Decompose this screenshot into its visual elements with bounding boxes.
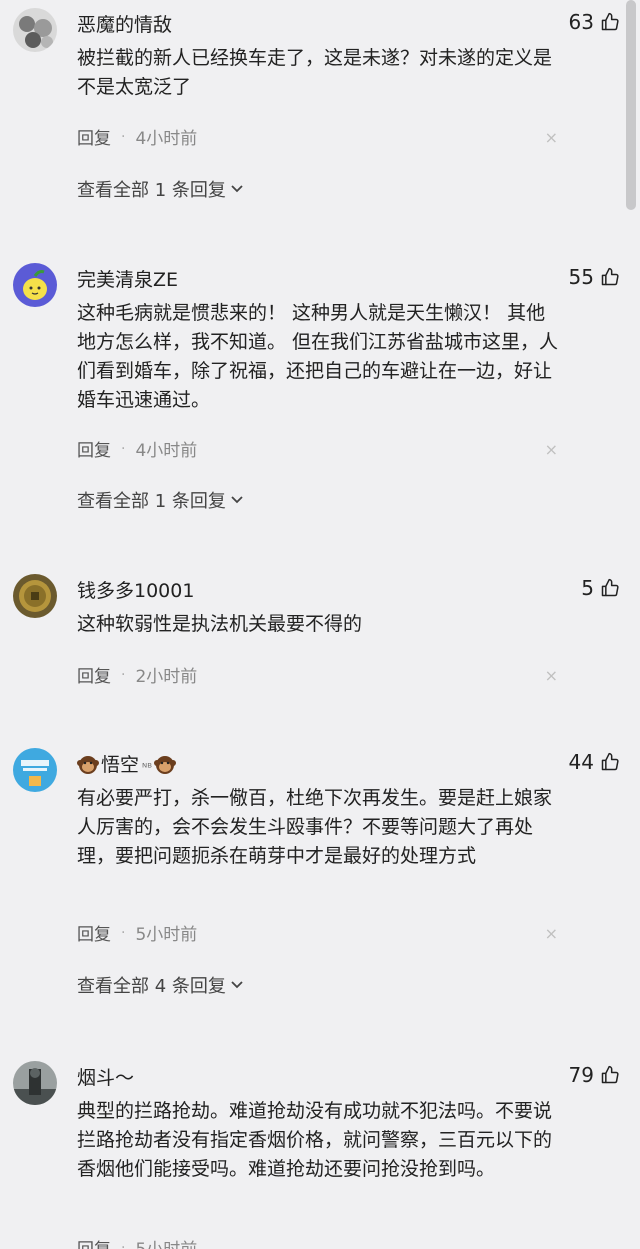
comment-text: 被拦截的新人已经换车走了，这是未遂？对未遂的定义是不是太宽泛了 bbox=[77, 47, 553, 98]
thumbs-up-icon[interactable] bbox=[600, 1065, 620, 1085]
timestamp: 4小时前 bbox=[135, 441, 198, 461]
username[interactable]: 完美清泉ZE bbox=[77, 265, 178, 292]
timestamp: 5小时前 bbox=[135, 1235, 197, 1249]
like-button[interactable]: 79 bbox=[569, 1063, 620, 1087]
close-icon[interactable]: × bbox=[545, 666, 558, 685]
monkey-emoji-icon bbox=[153, 753, 176, 775]
thumbs-up-icon[interactable] bbox=[600, 752, 620, 772]
timestamp: 4小时前 bbox=[135, 129, 198, 149]
username-text[interactable]: 烟斗～ bbox=[77, 1063, 134, 1090]
chevron-down-icon bbox=[230, 490, 244, 511]
separator: · bbox=[121, 924, 126, 941]
reply-button[interactable]: 回复 bbox=[77, 436, 111, 461]
reply-button[interactable]: 回复 bbox=[77, 662, 111, 687]
thumbs-up-icon[interactable] bbox=[600, 578, 620, 598]
like-count: 5 bbox=[581, 576, 594, 600]
comment-item: 完美清泉ZE 55 这种毛病就是惯悲来的！ 这种男人就是天生懒汉！ 其他地方怎么… bbox=[0, 257, 620, 527]
comment-item: 烟斗～ 79 典型的拦路抢劫。难道抢劫没有成功就不犯法吗。不要说拦路抢劫者没有指… bbox=[0, 1055, 620, 1249]
comment-item: 钱多多10001 5 这种软弱性是执法机关最要不得的 回复 · 2小时前 × bbox=[0, 568, 620, 708]
comment-feed: 恶魔的情敌 63 被拦截的新人已经换车走了，这是未遂？对未遂的定义是不是太宽泛了… bbox=[0, 0, 640, 1249]
comment-item: 恶魔的情敌 63 被拦截的新人已经换车走了，这是未遂？对未遂的定义是不是太宽泛了… bbox=[0, 2, 620, 217]
comment-meta: 回复 · 5小时前 bbox=[77, 1235, 197, 1249]
view-replies-label[interactable]: 查看全部 4 条回复 bbox=[77, 972, 226, 998]
monkey-emoji-icon bbox=[77, 753, 99, 775]
comment-text: 有必要严打，杀一儆百，杜绝下次再发生。要是赶上娘家人厉害的，会不会发生斗殴事件？… bbox=[77, 787, 553, 867]
comment-meta: 回复 · 4小时前 bbox=[77, 124, 198, 150]
thumbs-up-icon[interactable] bbox=[600, 12, 620, 32]
like-count: 44 bbox=[568, 750, 594, 774]
view-replies-label[interactable]: 查看全部 1 条回复 bbox=[77, 487, 226, 513]
comment-meta: 回复 · 4小时前 bbox=[77, 436, 198, 462]
comment-text: 这种软弱性是执法机关最要不得的 bbox=[77, 613, 363, 635]
reply-button[interactable]: 回复 bbox=[77, 124, 111, 149]
like-button[interactable]: 5 bbox=[581, 576, 620, 600]
view-replies-label[interactable]: 查看全部 1 条回复 bbox=[77, 176, 226, 202]
like-count: 79 bbox=[568, 1063, 594, 1087]
view-replies-button[interactable]: 查看全部 1 条回复 bbox=[77, 487, 244, 513]
timestamp: 2小时前 bbox=[135, 667, 198, 687]
reply-button[interactable]: 回复 bbox=[77, 1235, 111, 1249]
comment-item: 悟空 ᴺᴮ 44 有必要严打，杀一儆百，杜绝下次再发生。要是赶上娘家人厉害的，会… bbox=[0, 742, 620, 1012]
chevron-down-icon bbox=[230, 975, 244, 996]
username-text[interactable]: 钱多多10001 bbox=[77, 576, 194, 603]
reply-button[interactable]: 回复 bbox=[77, 920, 111, 945]
username-text[interactable]: 完美清泉ZE bbox=[77, 265, 178, 292]
separator: · bbox=[121, 440, 126, 457]
avatar[interactable] bbox=[13, 263, 57, 307]
comment-meta: 回复 · 5小时前 bbox=[77, 920, 198, 946]
close-icon[interactable]: × bbox=[545, 440, 558, 459]
comment-text: 这种毛病就是惯悲来的！ 这种男人就是天生懒汉！ 其他地方怎么样，我不知道。 但在… bbox=[77, 302, 559, 411]
comment-meta: 回复 · 2小时前 bbox=[77, 662, 198, 688]
like-button[interactable]: 55 bbox=[569, 265, 620, 289]
username-suffix: ᴺᴮ bbox=[142, 761, 152, 774]
like-count: 63 bbox=[568, 10, 594, 34]
username[interactable]: 钱多多10001 bbox=[77, 576, 194, 603]
avatar[interactable] bbox=[13, 8, 57, 52]
like-button[interactable]: 63 bbox=[569, 10, 620, 34]
separator: · bbox=[121, 1239, 126, 1249]
username-text[interactable]: 悟空 bbox=[101, 750, 139, 777]
view-replies-button[interactable]: 查看全部 4 条回复 bbox=[77, 972, 244, 998]
username[interactable]: 恶魔的情敌 bbox=[77, 10, 172, 37]
avatar[interactable] bbox=[13, 748, 57, 792]
like-count: 55 bbox=[568, 265, 594, 289]
separator: · bbox=[121, 128, 126, 145]
close-icon[interactable]: × bbox=[545, 128, 558, 147]
username-text[interactable]: 恶魔的情敌 bbox=[77, 10, 172, 37]
close-icon[interactable]: × bbox=[545, 924, 558, 943]
username[interactable]: 悟空 ᴺᴮ bbox=[77, 750, 176, 777]
scrollbar-thumb[interactable] bbox=[626, 0, 636, 210]
username[interactable]: 烟斗～ bbox=[77, 1063, 134, 1090]
avatar[interactable] bbox=[13, 1061, 57, 1105]
separator: · bbox=[121, 666, 126, 683]
like-button[interactable]: 44 bbox=[569, 750, 620, 774]
chevron-down-icon bbox=[230, 179, 244, 200]
comment-text: 典型的拦路抢劫。难道抢劫没有成功就不犯法吗。不要说拦路抢劫者没有指定香烟价格，就… bbox=[77, 1100, 553, 1180]
timestamp: 5小时前 bbox=[135, 925, 198, 945]
avatar[interactable] bbox=[13, 574, 57, 618]
view-replies-button[interactable]: 查看全部 1 条回复 bbox=[77, 176, 244, 202]
thumbs-up-icon[interactable] bbox=[600, 267, 620, 287]
